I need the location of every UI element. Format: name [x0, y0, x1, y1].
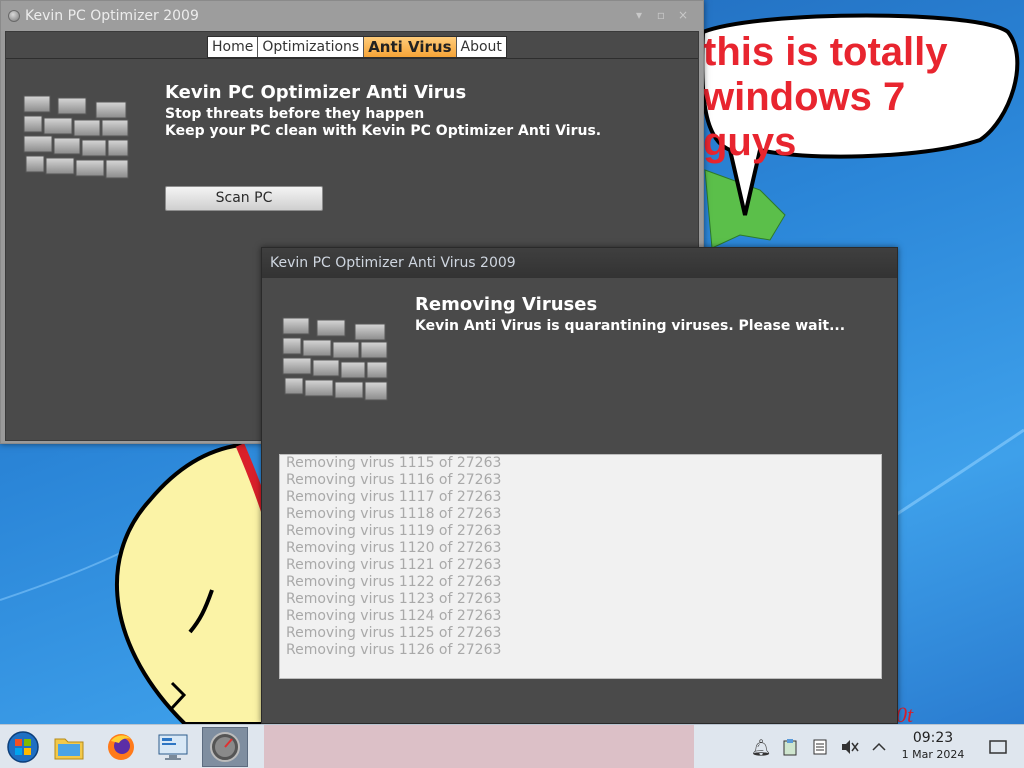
tab-bar: Home Optimizations Anti Virus About: [207, 36, 507, 58]
log-line: Removing virus 1115 of 27263: [286, 455, 502, 471]
svg-text:0t: 0t: [896, 702, 914, 724]
taskbar-firefox[interactable]: [98, 727, 144, 767]
av-heading: Removing Viruses: [415, 294, 598, 315]
bell-icon[interactable]: 🔔︎: [751, 737, 771, 757]
av-window-titlebar[interactable]: Kevin PC Optimizer Anti Virus 2009: [262, 248, 897, 278]
log-line: Removing virus 1119 of 27263: [286, 523, 502, 539]
clock-date[interactable]: 1 Mar 2024: [893, 748, 973, 761]
maximize-icon[interactable]: ▫: [654, 8, 668, 22]
log-line: Removing virus 1126 of 27263: [286, 642, 502, 658]
tab-anti-virus[interactable]: Anti Virus: [364, 37, 457, 57]
tab-home[interactable]: Home: [208, 37, 259, 57]
show-desktop-icon[interactable]: [988, 737, 1008, 757]
scan-pc-button[interactable]: Scan PC: [165, 186, 323, 211]
taskbar-empty-area: [264, 725, 694, 768]
log-line: Removing virus 1116 of 27263: [286, 472, 502, 488]
clipboard-icon[interactable]: [780, 737, 800, 757]
folder-icon: [54, 738, 84, 760]
log-line: Removing virus 1118 of 27263: [286, 506, 502, 522]
subtitle-1: Stop threats before they happen: [165, 106, 425, 122]
tab-optimizations[interactable]: Optimizations: [258, 37, 365, 57]
notes-icon[interactable]: [810, 737, 830, 757]
windows-orb-icon: [7, 731, 39, 763]
taskbar-optimizer[interactable]: [202, 727, 248, 767]
tab-divider: [6, 58, 698, 59]
av-window-title: Kevin PC Optimizer Anti Virus 2009: [270, 255, 516, 271]
main-window-titlebar[interactable]: Kevin PC Optimizer 2009 ▾ ▫ ×: [1, 1, 703, 31]
log-line: Removing virus 1123 of 27263: [286, 591, 502, 607]
removal-log[interactable]: Removing virus 1115 of 27263 Removing vi…: [279, 454, 882, 679]
firewall-icon: [23, 95, 129, 179]
taskbar: 🔔︎ 09:23 1 Mar 2024: [0, 724, 1024, 768]
start-button[interactable]: [0, 727, 46, 767]
monitor-icon: [158, 734, 188, 760]
page-title: Kevin PC Optimizer Anti Virus: [165, 82, 467, 103]
volume-muted-icon[interactable]: [840, 737, 860, 757]
firewall-icon: [282, 317, 388, 401]
main-window-title: Kevin PC Optimizer 2009: [25, 8, 199, 24]
log-line: Removing virus 1117 of 27263: [286, 489, 502, 505]
tab-about[interactable]: About: [456, 37, 506, 57]
log-line: Removing virus 1125 of 27263: [286, 625, 502, 641]
log-line: Removing virus 1120 of 27263: [286, 540, 502, 556]
log-line: Removing virus 1124 of 27263: [286, 608, 502, 624]
clock-time[interactable]: 09:23: [897, 730, 969, 746]
av-message: Kevin Anti Virus is quarantining viruses…: [415, 318, 846, 334]
gauge-icon: [210, 732, 240, 762]
log-line: Removing virus 1121 of 27263: [286, 557, 502, 573]
taskbar-file-manager[interactable]: [46, 727, 92, 767]
minimize-icon[interactable]: ▾: [632, 8, 646, 22]
speech-bubble-text: this is totally windows 7 guys: [703, 30, 1003, 165]
speech-line-1: this is totally: [703, 30, 948, 74]
anti-virus-window: Kevin PC Optimizer Anti Virus 2009 Remov…: [261, 247, 898, 724]
speech-line-2: windows 7 guys: [703, 75, 906, 164]
app-icon: [8, 10, 20, 22]
chevron-up-icon[interactable]: [869, 737, 889, 757]
subtitle-2: Keep your PC clean with Kevin PC Optimiz…: [165, 123, 602, 139]
close-icon[interactable]: ×: [676, 8, 690, 22]
taskbar-control-panel[interactable]: [150, 727, 196, 767]
log-line: Removing virus 1122 of 27263: [286, 574, 502, 590]
firefox-icon: [108, 734, 134, 760]
